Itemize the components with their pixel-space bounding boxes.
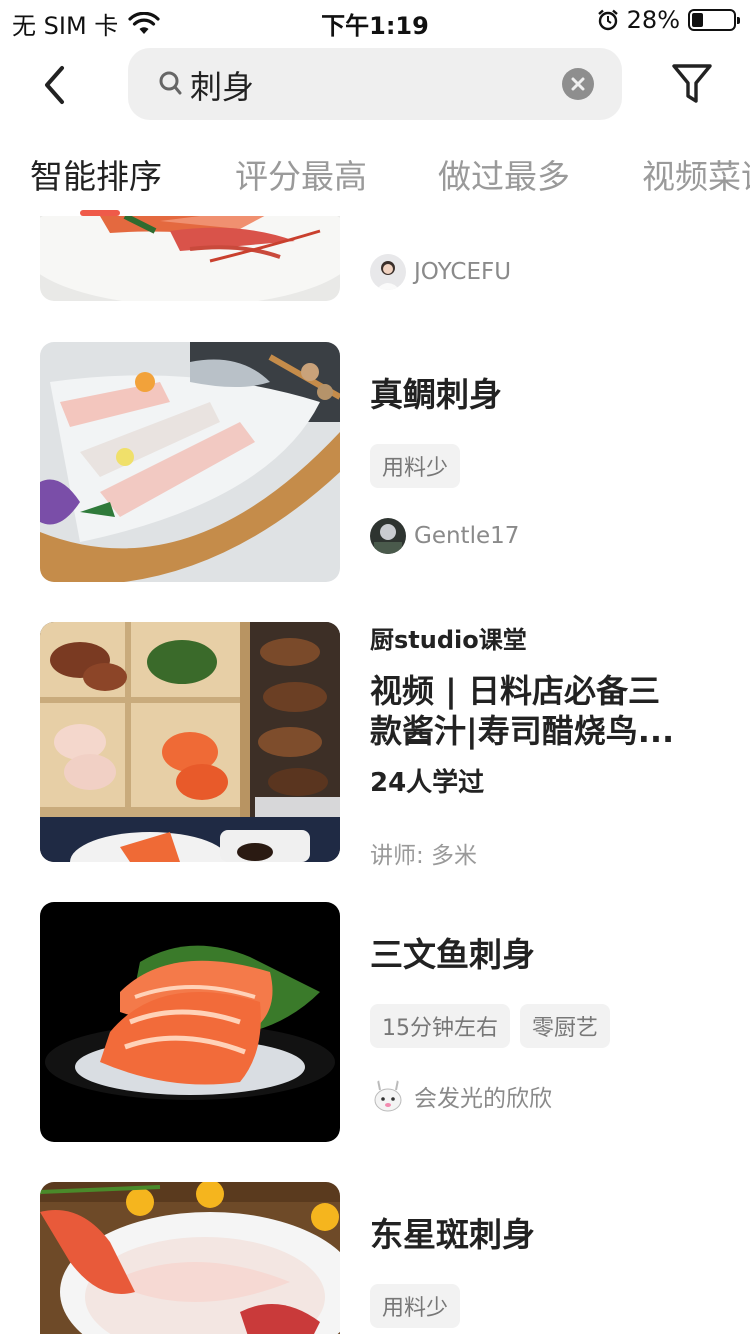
alarm-icon [597,9,618,31]
author-name: 会发光的欣欣 [414,1086,552,1112]
battery-icon [688,9,740,31]
author[interactable]: JOYCEFU [370,254,511,290]
filter-button[interactable] [668,60,716,108]
status-bar: 无 SIM 卡 下午1:19 28% [0,0,750,40]
author[interactable]: Gentle17 [370,518,519,554]
course-title-line-2: 款酱汁|寿司醋烧鸟... [370,712,675,750]
battery-percent: 28% [626,6,680,34]
avatar [370,254,406,290]
avatar [370,518,406,554]
tag: 用料少 [370,444,461,488]
author[interactable]: 会发光的欣欣 [370,1078,552,1114]
sort-tabs: 智能排序 评分最高 做过最多 视频菜谱 [0,140,750,216]
chevron-left-icon [45,66,64,104]
tag-list: 用料少 [370,444,461,488]
search-header: 刺身 [0,46,750,122]
recipe-title: 东星斑刺身 [370,1215,535,1254]
recipe-title: 真鲷刺身 [370,375,502,414]
battery-fill [692,13,703,27]
search-icon [159,71,182,95]
avatar [370,1078,406,1114]
close-icon [571,77,585,91]
tab-top-rated[interactable]: 评分最高 [235,150,367,198]
tab-smart-sort[interactable]: 智能排序 [30,150,162,198]
tag: 用料少 [370,1284,461,1328]
clear-search-button[interactable] [562,68,594,100]
teacher-label: 讲师: 多米 [370,843,478,869]
recipe-thumbnail [40,342,340,582]
status-bar-right: 28% [597,6,740,34]
recipe-thumbnail [40,216,340,301]
recipe-list: JOYCEFU 真鲷刺身 用料少 Gentle17 厨studio课堂 视频 |… [0,216,750,1334]
tag-list: 15分钟左右 零厨艺 [370,1004,611,1048]
tag-list: 用料少 [370,1284,461,1328]
search-input[interactable]: 刺身 [128,48,622,120]
tab-most-made[interactable]: 做过最多 [438,150,570,198]
author-name: Gentle17 [414,523,520,549]
tab-video-recipes[interactable]: 视频菜谱 [642,150,750,198]
recipe-thumbnail [40,902,340,1142]
learner-count: 24人学过 [370,768,485,798]
video-thumbnail [40,622,340,862]
filter-icon [672,64,712,103]
back-button[interactable] [30,60,80,110]
search-query: 刺身 [190,68,255,106]
recipe-title: 三文鱼刺身 [370,935,535,974]
tag: 零厨艺 [520,1004,611,1048]
author-name: JOYCEFU [414,259,512,285]
recipe-thumbnail [40,1182,340,1334]
studio-label: 厨studio课堂 [370,626,527,654]
tag: 15分钟左右 [370,1004,510,1048]
